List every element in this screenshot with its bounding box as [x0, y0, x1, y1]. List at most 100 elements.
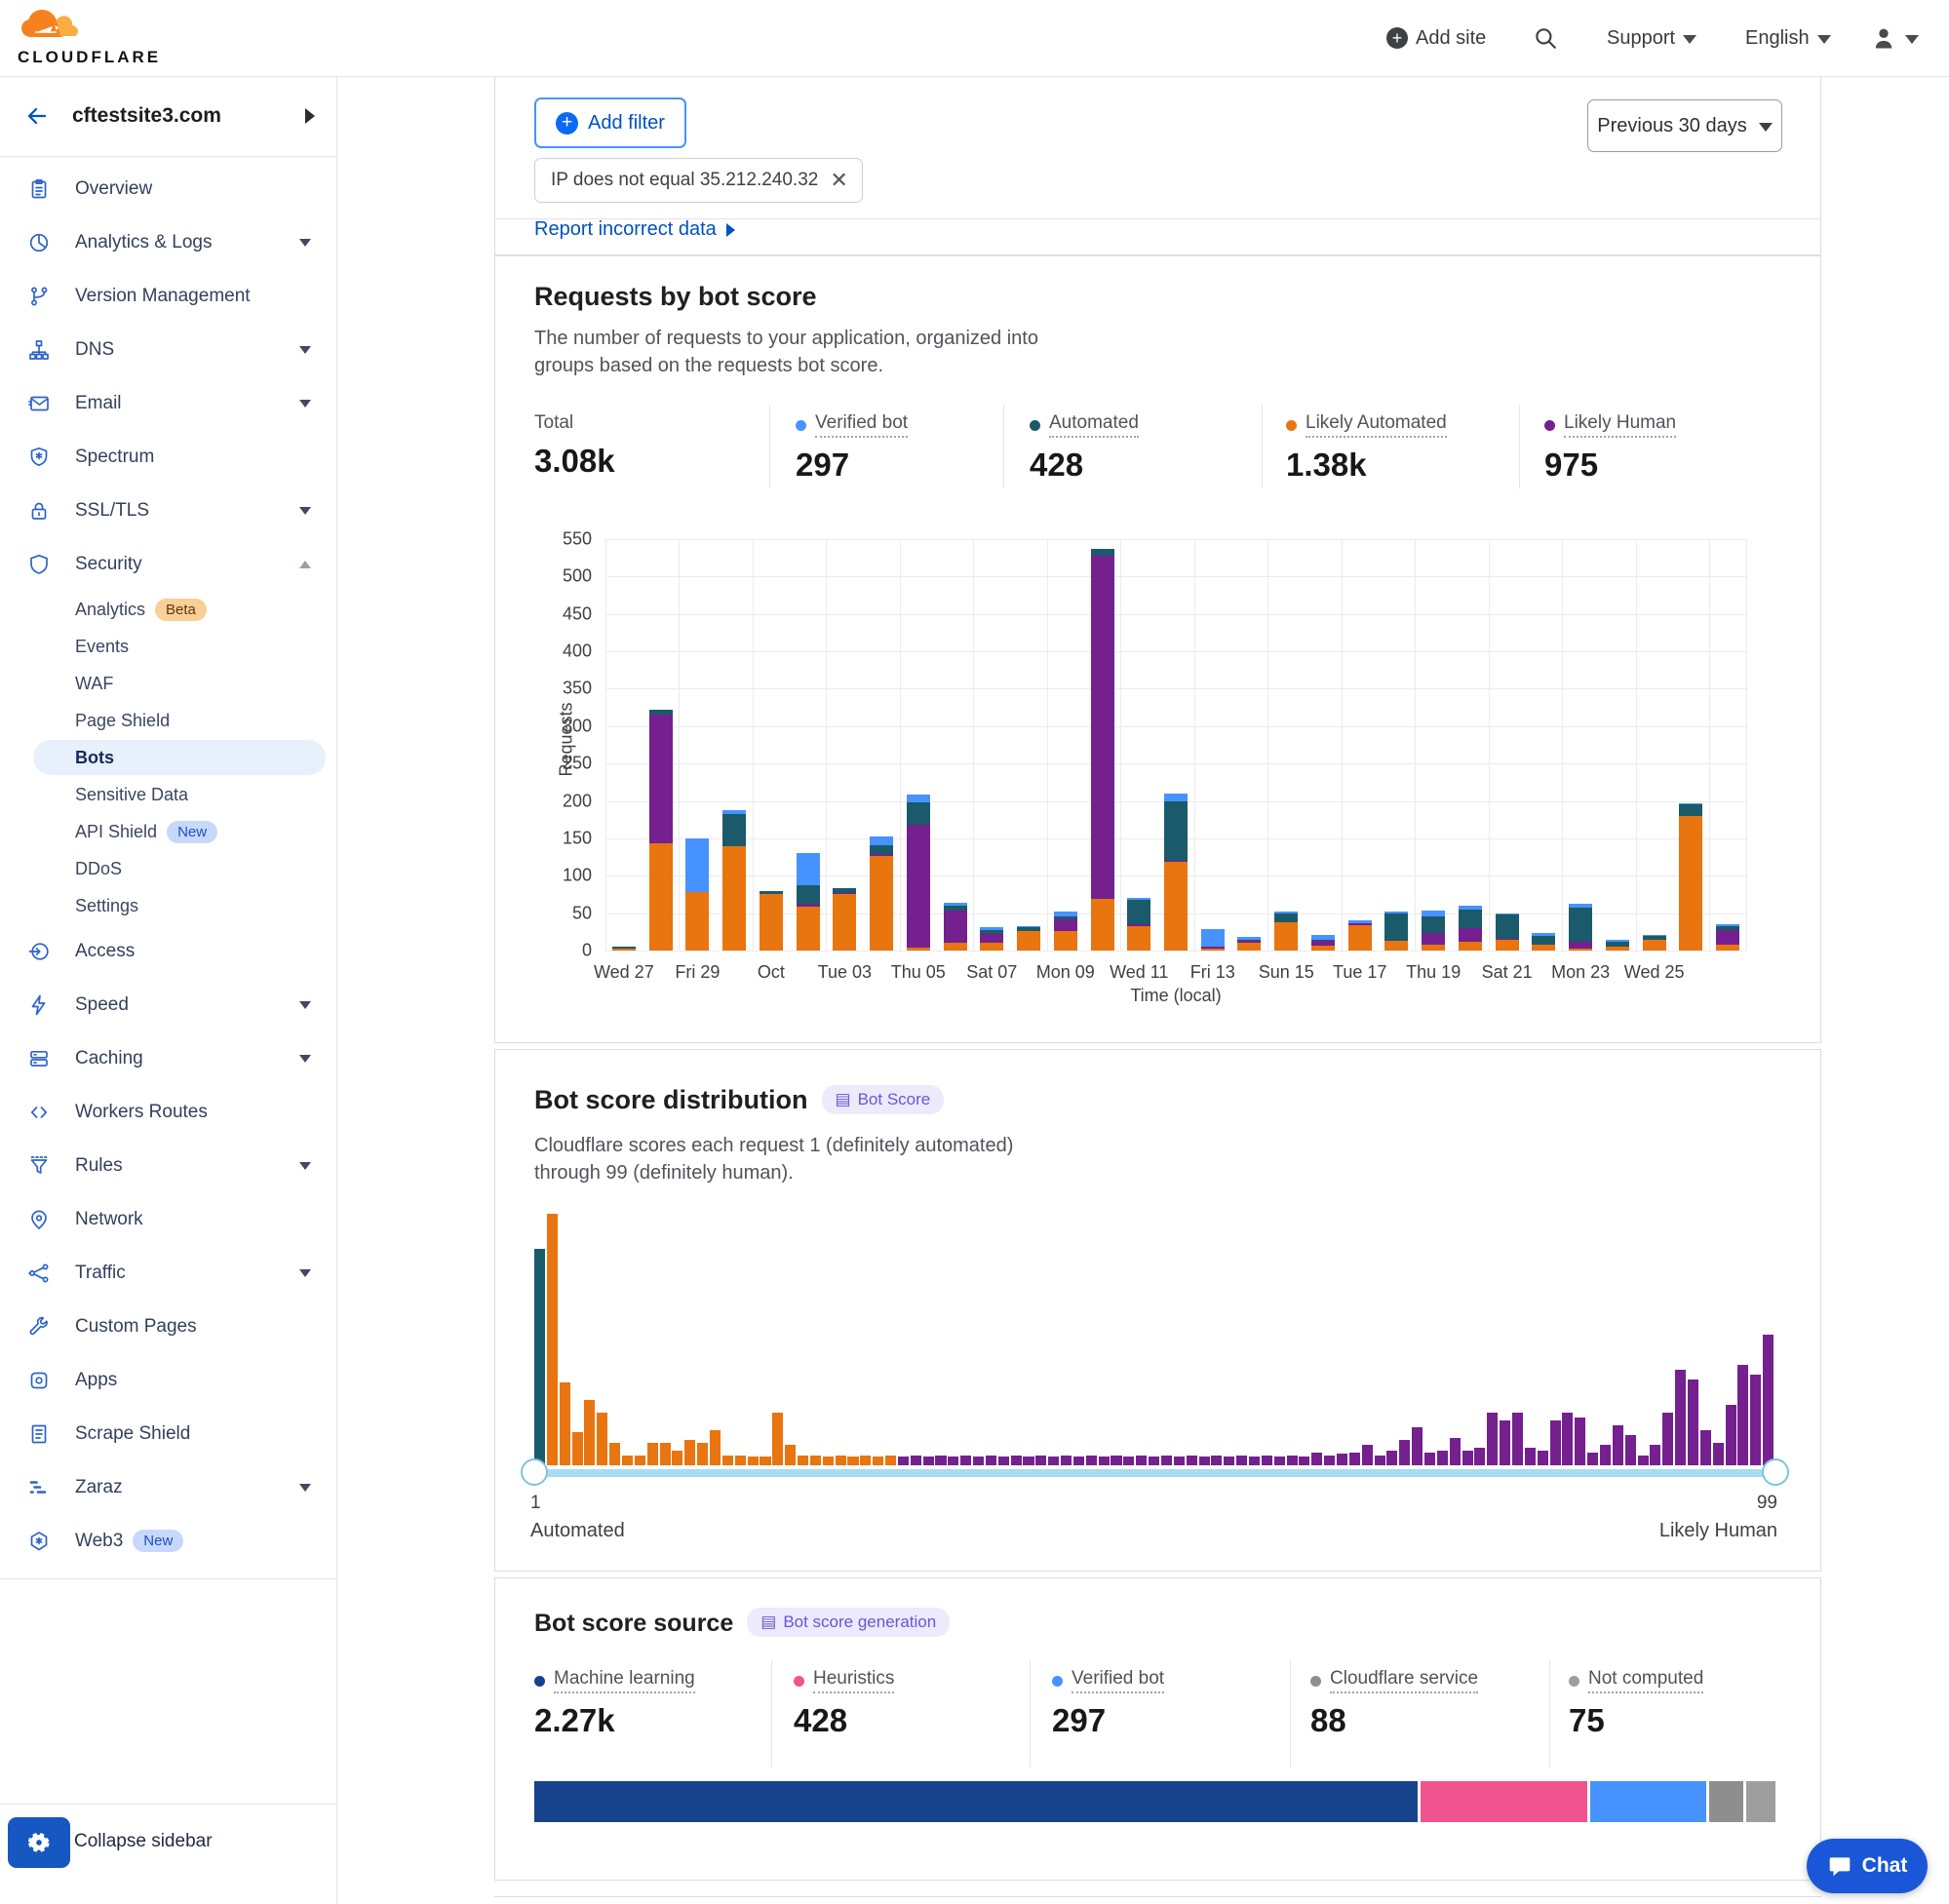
histogram-bar-score-67[interactable] [1362, 1445, 1373, 1465]
chart-bar-sat-07[interactable] [980, 539, 1003, 951]
histogram-bar-score-93[interactable] [1688, 1379, 1698, 1465]
histogram-bar-score-82[interactable] [1550, 1420, 1561, 1465]
histogram-bar-score-48[interactable] [1123, 1457, 1134, 1465]
histogram-bar-score-59[interactable] [1262, 1456, 1272, 1465]
histogram-bar-score-69[interactable] [1386, 1451, 1397, 1465]
sidebar-item-dns[interactable]: DNS [0, 323, 336, 376]
histogram-bar-score-85[interactable] [1587, 1453, 1598, 1465]
histogram-bar-score-14[interactable] [697, 1443, 708, 1465]
chart-bar-sat-14[interactable] [1237, 539, 1261, 951]
sidebar-item-settings[interactable]: Settings [0, 887, 336, 924]
chart-bar-tue-03[interactable] [833, 539, 856, 951]
histogram-bar-score-32[interactable] [923, 1457, 934, 1465]
histogram-bar-score-68[interactable] [1375, 1456, 1385, 1465]
histogram-bar-score-77[interactable] [1487, 1413, 1498, 1465]
histogram-bar-score-27[interactable] [860, 1456, 871, 1465]
histogram-bar-score-5[interactable] [584, 1400, 595, 1465]
chart-bar-sat-21[interactable] [1496, 539, 1519, 951]
histogram-bar-score-30[interactable] [898, 1457, 909, 1465]
chart-bar-mon-09[interactable] [1054, 539, 1077, 951]
histogram-bar-score-83[interactable] [1562, 1413, 1573, 1465]
histogram-bar-score-99[interactable] [1763, 1335, 1774, 1465]
chart-bar-thu-12[interactable] [1164, 539, 1188, 951]
chart-bar-fri-13[interactable] [1201, 539, 1225, 951]
histogram-bar-score-26[interactable] [847, 1457, 858, 1465]
histogram-bar-score-42[interactable] [1048, 1457, 1059, 1465]
chevron-down-icon[interactable] [299, 400, 311, 408]
chart-bar-tue-24[interactable] [1606, 539, 1629, 951]
histogram-bar-score-4[interactable] [572, 1432, 583, 1465]
sidebar-item-email[interactable]: Email [0, 376, 336, 430]
histogram-bar-score-95[interactable] [1713, 1443, 1724, 1465]
chevron-down-icon[interactable] [299, 239, 311, 247]
score-range-slider[interactable] [534, 1469, 1775, 1477]
bot-score-generation-badge[interactable]: ▤Bot score generation [747, 1608, 950, 1637]
histogram-bar-score-90[interactable] [1650, 1445, 1660, 1465]
histogram-bar-score-75[interactable] [1462, 1451, 1473, 1465]
histogram-bar-score-91[interactable] [1662, 1413, 1673, 1465]
histogram-bar-score-7[interactable] [609, 1443, 620, 1465]
filter-chip[interactable]: IP does not equal 35.212.240.32 ✕ [534, 158, 863, 203]
histogram-bar-score-19[interactable] [760, 1457, 770, 1465]
histogram-bar-score-81[interactable] [1538, 1451, 1548, 1465]
bot-score-badge[interactable]: ▤Bot Score [822, 1085, 945, 1114]
sidebar-item-caching[interactable]: Caching [0, 1031, 336, 1085]
histogram-bar-score-44[interactable] [1073, 1457, 1084, 1465]
chart-bar-oct-01[interactable] [760, 539, 783, 951]
histogram-bar-score-56[interactable] [1224, 1457, 1234, 1465]
sidebar-item-events[interactable]: Events [0, 628, 336, 665]
histogram-bar-score-74[interactable] [1450, 1438, 1461, 1465]
histogram-bar-score-15[interactable] [710, 1430, 721, 1465]
chart-bar-wed-25[interactable] [1643, 539, 1666, 951]
sidebar-item-sensitive-data[interactable]: Sensitive Data [0, 776, 336, 813]
source-segment-not-computed[interactable] [1746, 1781, 1775, 1822]
chart-bar-thu-19[interactable] [1422, 539, 1445, 951]
histogram-bar-score-79[interactable] [1512, 1413, 1523, 1465]
histogram-bar-score-84[interactable] [1575, 1418, 1585, 1465]
histogram-bar-score-61[interactable] [1287, 1456, 1298, 1465]
histogram-bar-score-65[interactable] [1337, 1454, 1347, 1465]
sidebar-item-zaraz[interactable]: Zaraz [0, 1460, 336, 1514]
sidebar-item-access[interactable]: Access [0, 924, 336, 978]
histogram-bar-score-96[interactable] [1726, 1405, 1736, 1465]
histogram-bar-score-62[interactable] [1299, 1457, 1309, 1465]
histogram-bar-score-13[interactable] [684, 1440, 695, 1465]
chart-bar-thu-05[interactable] [907, 539, 930, 951]
chat-button[interactable]: Chat [1807, 1839, 1928, 1893]
histogram-bar-score-50[interactable] [1149, 1457, 1159, 1465]
histogram-bar-score-54[interactable] [1199, 1457, 1210, 1465]
chart-bar-sun-15[interactable] [1274, 539, 1298, 951]
sidebar-item-overview[interactable]: Overview [0, 162, 336, 215]
histogram-bar-score-1[interactable] [534, 1249, 545, 1465]
histogram-bar-score-86[interactable] [1600, 1445, 1611, 1465]
histogram-bar-score-70[interactable] [1399, 1440, 1410, 1465]
chart-bar-sun-08[interactable] [1017, 539, 1040, 951]
chart-bar-thu-26[interactable] [1679, 539, 1702, 951]
histogram-bar-score-40[interactable] [1023, 1457, 1033, 1465]
sidebar-item-page-shield[interactable]: Page Shield [0, 702, 336, 739]
source-segment-heuristics[interactable] [1421, 1781, 1587, 1822]
language-menu[interactable]: English [1745, 0, 1831, 76]
back-arrow-icon[interactable] [23, 104, 51, 128]
histogram-bar-score-20[interactable] [772, 1413, 783, 1465]
add-site-button[interactable]: + Add site [1386, 0, 1486, 76]
chevron-right-icon[interactable] [305, 108, 315, 124]
sidebar-item-custom-pages[interactable]: Custom Pages [0, 1300, 336, 1353]
chart-bar-tue-17[interactable] [1348, 539, 1372, 951]
chart-bar-wed-27[interactable] [612, 539, 636, 951]
histogram-bar-score-3[interactable] [560, 1382, 570, 1465]
chevron-down-icon[interactable] [299, 507, 311, 515]
sidebar-item-version-management[interactable]: Version Management [0, 269, 336, 323]
sidebar-item-analytics-logs[interactable]: Analytics & Logs [0, 215, 336, 269]
sidebar-item-apps[interactable]: Apps [0, 1353, 336, 1407]
histogram-bar-score-78[interactable] [1500, 1420, 1510, 1465]
histogram-bar-score-36[interactable] [973, 1457, 984, 1465]
settings-gear-button[interactable] [8, 1817, 70, 1868]
slider-max-handle[interactable] [1762, 1458, 1789, 1486]
histogram-bar-score-45[interactable] [1086, 1456, 1097, 1465]
histogram-bar-score-98[interactable] [1750, 1375, 1761, 1465]
sidebar-item-spectrum[interactable]: Spectrum [0, 430, 336, 484]
report-incorrect-data-link[interactable]: Report incorrect data [534, 218, 735, 241]
chart-bar-mon-16[interactable] [1311, 539, 1335, 951]
histogram-bar-score-43[interactable] [1061, 1456, 1072, 1465]
